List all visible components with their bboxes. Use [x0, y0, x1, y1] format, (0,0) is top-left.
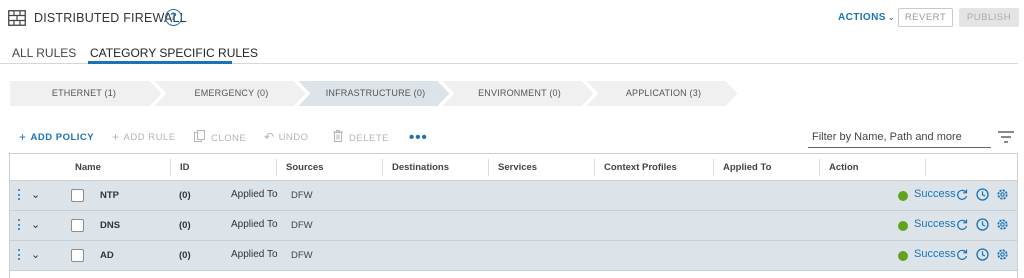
sources-value[interactable]: DFW	[291, 190, 313, 201]
plus-icon: +	[19, 130, 27, 144]
plus-icon: +	[112, 130, 120, 144]
table-row[interactable]: ⌄ NTP (0) Applied To DFW Success	[10, 181, 1017, 211]
more-icon[interactable]: •••	[409, 129, 428, 146]
column-header-action[interactable]: Action	[819, 154, 859, 181]
actions-label: ACTIONS	[838, 12, 886, 23]
delete-button[interactable]: DELETE	[333, 130, 389, 144]
stats-icon[interactable]	[976, 248, 989, 261]
refresh-icon[interactable]	[956, 218, 968, 231]
policy-name: DNS	[100, 220, 121, 231]
add-policy-button[interactable]: + ADD POLICY	[19, 130, 94, 144]
sources-value[interactable]: DFW	[291, 220, 313, 231]
gear-icon[interactable]	[996, 248, 1009, 261]
status-success-icon	[898, 191, 908, 201]
policy-id: (0)	[179, 250, 191, 261]
column-header-services[interactable]: Services	[488, 154, 537, 181]
column-header-id[interactable]: ID	[170, 154, 190, 181]
policy-id: (0)	[179, 190, 191, 201]
category-ethernet[interactable]: ETHERNET (1)	[9, 80, 159, 107]
firewall-icon	[8, 10, 26, 26]
column-separator	[925, 159, 926, 176]
revert-button[interactable]: REVERT	[898, 8, 953, 27]
status-text[interactable]: Success	[914, 218, 956, 230]
clone-icon	[194, 130, 205, 142]
status-success-icon	[898, 251, 908, 261]
add-rule-label: ADD RULE	[123, 132, 176, 143]
category-infrastructure[interactable]: INFRASTRUCTURE (0)	[303, 80, 448, 107]
category-environment[interactable]: ENVIRONMENT (0)	[447, 80, 592, 107]
drag-handle-icon[interactable]	[18, 189, 21, 203]
column-header-name[interactable]: Name	[65, 154, 101, 181]
category-emergency[interactable]: EMERGENCY (0)	[159, 80, 304, 107]
drag-handle-icon[interactable]	[18, 249, 21, 263]
tab-all-rules[interactable]: ALL RULES	[12, 46, 76, 60]
applied-to-label: Applied To	[231, 249, 278, 260]
undo-button[interactable]: ↶ UNDO	[264, 130, 309, 144]
expand-chevron-icon[interactable]: ⌄	[31, 218, 40, 231]
applied-to-label: Applied To	[231, 219, 278, 230]
delete-icon	[333, 130, 343, 142]
row-checkbox[interactable]	[71, 219, 84, 232]
table-header: Name ID Sources Destinations Services Co…	[10, 154, 1017, 181]
column-header-sources[interactable]: Sources	[276, 154, 324, 181]
drag-handle-icon[interactable]	[18, 219, 21, 233]
chevron-down-icon: ⌄	[887, 13, 895, 22]
stats-icon[interactable]	[976, 218, 989, 231]
row-checkbox[interactable]	[71, 189, 84, 202]
stats-icon[interactable]	[976, 188, 989, 201]
refresh-icon[interactable]	[956, 188, 968, 201]
page-title: DISTRIBUTED FIREWALL	[34, 11, 187, 25]
filter-input[interactable]	[808, 126, 991, 148]
column-header-applied-to[interactable]: Applied To	[713, 154, 771, 181]
row-checkbox[interactable]	[71, 249, 84, 262]
delete-label: DELETE	[349, 133, 389, 144]
category-application[interactable]: APPLICATION (3)	[591, 80, 736, 107]
policy-name: AD	[100, 250, 114, 261]
page-header: DISTRIBUTED FIREWALL ? ACTIONS ⌄ REVERT P…	[0, 0, 1024, 36]
refresh-icon[interactable]	[956, 248, 968, 261]
publish-button[interactable]: PUBLISH	[959, 8, 1019, 27]
table-row[interactable]: ⌄ AD (0) Applied To DFW Success	[10, 241, 1017, 271]
sources-value[interactable]: DFW	[291, 250, 313, 261]
expand-chevron-icon[interactable]: ⌄	[31, 248, 40, 261]
filter-icon[interactable]	[998, 131, 1014, 143]
add-rule-button[interactable]: + ADD RULE	[112, 130, 176, 144]
status-success-icon	[898, 221, 908, 231]
rules-tabs: ALL RULES CATEGORY SPECIFIC RULES	[0, 40, 1018, 64]
clone-label: CLONE	[211, 133, 247, 144]
policy-name: NTP	[100, 190, 119, 201]
status-text[interactable]: Success	[914, 248, 956, 260]
add-policy-label: ADD POLICY	[30, 132, 95, 143]
policy-id: (0)	[179, 220, 191, 231]
gear-icon[interactable]	[996, 218, 1009, 231]
active-tab-indicator	[88, 61, 232, 64]
clone-button[interactable]: CLONE	[194, 130, 246, 144]
status-text[interactable]: Success	[914, 188, 956, 200]
undo-label: UNDO	[278, 132, 309, 143]
column-header-context-profiles[interactable]: Context Profiles	[594, 154, 677, 181]
column-header-destinations[interactable]: Destinations	[382, 154, 449, 181]
expand-chevron-icon[interactable]: ⌄	[31, 188, 40, 201]
undo-icon: ↶	[264, 130, 275, 144]
actions-menu-button[interactable]: ACTIONS ⌄	[838, 12, 895, 23]
gear-icon[interactable]	[996, 188, 1009, 201]
rules-table: Name ID Sources Destinations Services Co…	[9, 153, 1018, 278]
category-breadcrumb: ETHERNET (1) EMERGENCY (0) INFRASTRUCTUR…	[9, 80, 749, 107]
tab-category-specific-rules[interactable]: CATEGORY SPECIFIC RULES	[90, 46, 258, 60]
help-icon[interactable]: ?	[165, 9, 182, 26]
table-row[interactable]: ⌄ DNS (0) Applied To DFW Success	[10, 211, 1017, 241]
applied-to-label: Applied To	[231, 189, 278, 200]
